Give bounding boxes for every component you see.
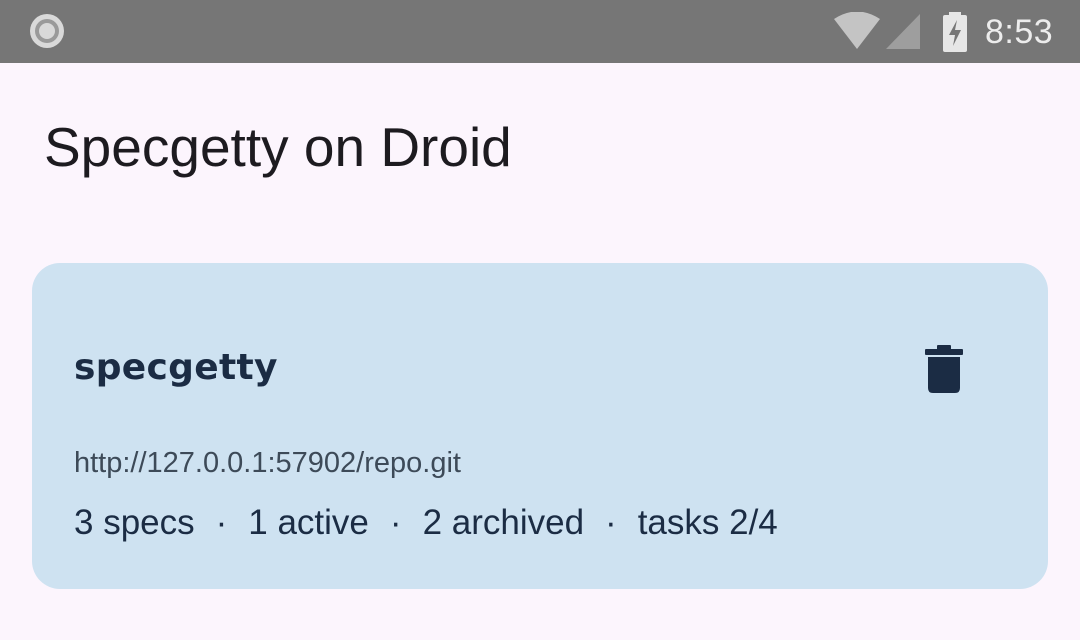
signal-icon <box>886 14 920 49</box>
status-bar: 8:53 <box>0 0 1080 63</box>
stat-separator: · <box>605 503 617 542</box>
repo-card[interactable]: specgetty http://127.0.0.1:57902/repo.gi… <box>32 263 1048 589</box>
trash-icon <box>925 345 963 393</box>
stat-specs: 3 specs <box>74 503 195 542</box>
record-icon <box>30 14 64 48</box>
repo-name: specgetty <box>74 347 278 388</box>
stat-tasks: tasks 2/4 <box>637 503 778 542</box>
repo-url: http://127.0.0.1:57902/repo.git <box>74 447 461 479</box>
app-title: Specgetty on Droid <box>44 116 512 178</box>
stat-active: 1 active <box>248 503 369 542</box>
battery-charging-icon <box>943 12 967 52</box>
wifi-icon <box>834 12 880 49</box>
stat-separator: · <box>389 503 402 542</box>
stat-archived: 2 archived <box>422 503 585 542</box>
delete-button[interactable] <box>902 327 986 411</box>
status-time: 8:53 <box>985 13 1054 51</box>
repo-stats: 3 specs · 1 active · 2 archived · tasks 2/4 <box>74 498 778 548</box>
stat-separator: · <box>215 503 228 542</box>
